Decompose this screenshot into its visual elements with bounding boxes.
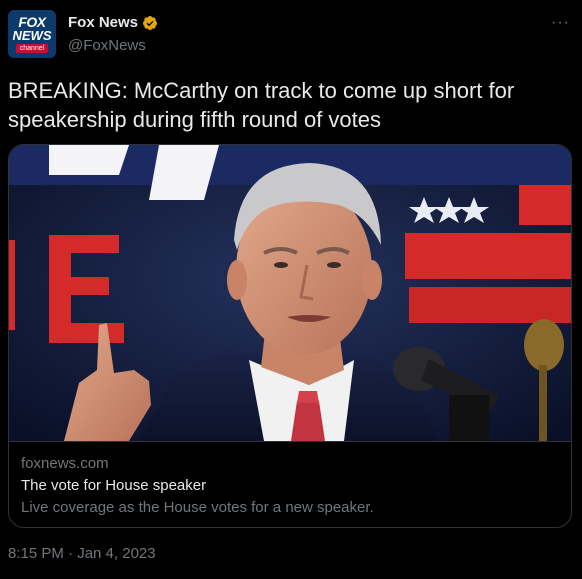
handle[interactable]: @FoxNews <box>68 37 146 54</box>
avatar-logo-line2: NEWS <box>12 27 52 43</box>
link-card[interactable]: foxnews.com The vote for House speaker L… <box>8 144 572 528</box>
card-image[interactable] <box>9 145 571 441</box>
card-title[interactable]: The vote for House speaker <box>21 476 559 496</box>
more-options-icon[interactable]: ··· <box>551 14 570 32</box>
timestamp[interactable]: 8:15 PM · Jan 4, 2023 <box>8 545 156 562</box>
card-domain: foxnews.com <box>21 455 109 472</box>
verified-badge-icon <box>143 15 158 30</box>
avatar[interactable]: FOX NEWS channel <box>8 10 56 58</box>
tweet-text: BREAKING: McCarthy on track to come up s… <box>8 78 515 132</box>
tweet[interactable]: FOX NEWS channel Fox News @FoxNews ··· B… <box>0 0 582 579</box>
author-name-row[interactable]: Fox News <box>68 14 158 31</box>
display-name[interactable]: Fox News <box>68 14 138 31</box>
card-meta[interactable]: foxnews.com The vote for House speaker L… <box>9 441 571 527</box>
avatar-logo-line1: FOX <box>18 13 46 30</box>
avatar-logo-line3: channel <box>15 43 49 53</box>
card-description: Live coverage as the House votes for a n… <box>21 499 374 516</box>
